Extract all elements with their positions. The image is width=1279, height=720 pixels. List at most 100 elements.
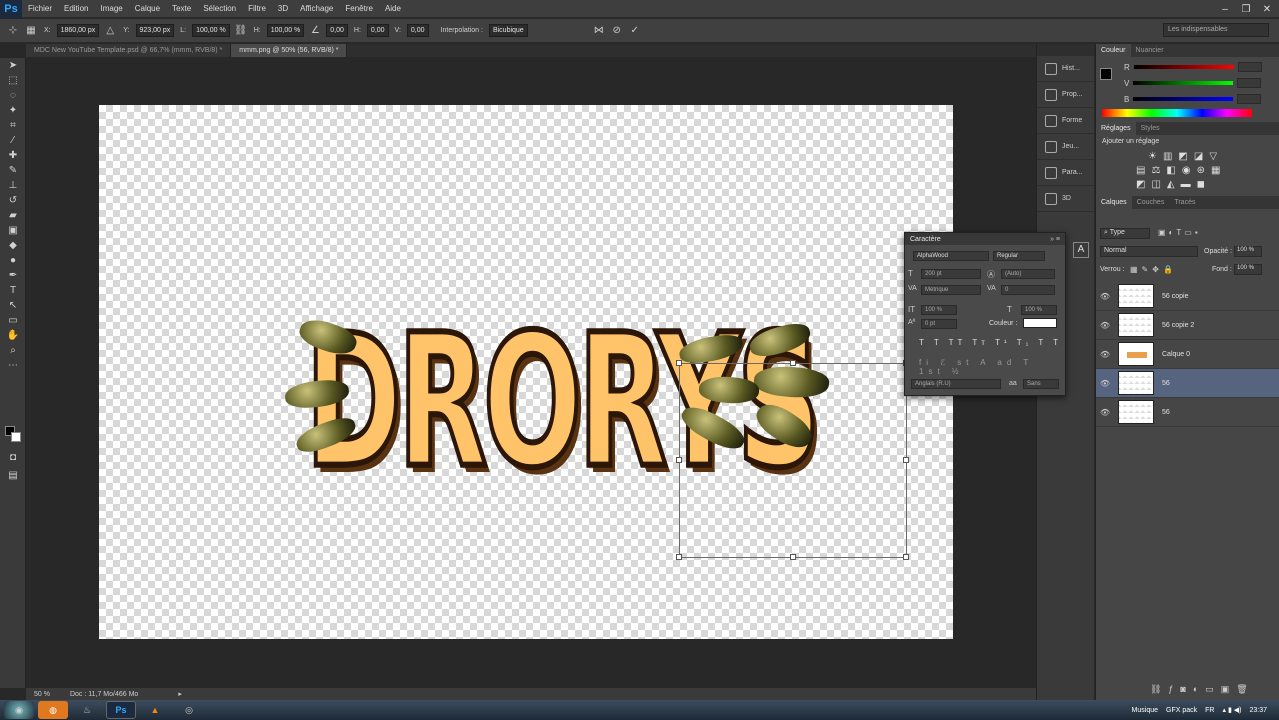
layers-footer-icons[interactable]: ⛓ƒ◙◐▭▣🗑: [1150, 684, 1255, 695]
menu-aide[interactable]: Aide: [379, 0, 407, 18]
zoom-level[interactable]: 50 %: [34, 691, 50, 698]
font-style-select[interactable]: Regular: [993, 251, 1045, 261]
tab-calques[interactable]: Calques: [1096, 196, 1132, 209]
transform-handle[interactable]: [903, 554, 909, 560]
minimize-icon[interactable]: –: [1216, 0, 1234, 18]
layer-row-selected[interactable]: 👁 56: [1096, 369, 1279, 398]
red-slider[interactable]: [1133, 65, 1234, 69]
y-input[interactable]: 923,00 px: [135, 24, 175, 37]
layer-row[interactable]: 👁 56 copie 2: [1096, 311, 1279, 340]
brightness-icon[interactable]: ☀: [1148, 151, 1157, 162]
menu-selection[interactable]: Sélection: [197, 0, 242, 18]
tab-template[interactable]: MDC New YouTube Template.psd @ 66,7% (mm…: [26, 44, 232, 57]
x-input[interactable]: 1860,00 px: [56, 24, 100, 37]
start-button-icon[interactable]: ◉: [4, 701, 34, 719]
tracking-input[interactable]: 0: [1001, 285, 1055, 295]
threshold-icon[interactable]: ◭: [1167, 179, 1175, 190]
tab-traces[interactable]: Tracés: [1169, 196, 1200, 209]
channel-mixer-icon[interactable]: ⊛: [1197, 165, 1205, 176]
link-icon[interactable]: ⛓: [234, 25, 248, 36]
tab-couleur[interactable]: Couleur: [1096, 44, 1131, 57]
font-family-select[interactable]: AlphaWood: [913, 251, 989, 261]
eye-icon[interactable]: 👁: [1096, 292, 1114, 301]
transform-handle[interactable]: [676, 554, 682, 560]
quick-mask-icon[interactable]: ◘: [0, 450, 26, 465]
menu-3d[interactable]: 3D: [272, 0, 294, 18]
menu-affichage[interactable]: Affichage: [294, 0, 339, 18]
stamp-tool-icon[interactable]: ⊥: [0, 178, 26, 193]
firefox-taskbar-icon[interactable]: ◍: [38, 701, 68, 719]
blue-slider[interactable]: [1133, 97, 1234, 101]
vibrance-icon[interactable]: ▽: [1209, 151, 1217, 162]
eraser-tool-icon[interactable]: ▰: [0, 208, 26, 223]
transform-handle[interactable]: [676, 457, 682, 463]
brush-tool-icon[interactable]: ✎: [0, 163, 26, 178]
antialias-select[interactable]: Sans: [1023, 379, 1059, 389]
tab-reglages[interactable]: Réglages: [1096, 122, 1136, 135]
tab-styles[interactable]: Styles: [1136, 122, 1165, 135]
menu-filtre[interactable]: Filtre: [242, 0, 272, 18]
blue-value-input[interactable]: [1237, 94, 1262, 104]
transform-bounding-box[interactable]: [676, 360, 909, 560]
hskew-input[interactable]: 0,00: [366, 24, 389, 37]
gradient-map-icon[interactable]: ▬: [1181, 179, 1191, 190]
brush-presets-button[interactable]: Jeu...: [1037, 134, 1094, 160]
transform-tool-icon[interactable]: ⊹: [6, 25, 20, 36]
menu-image[interactable]: Image: [94, 0, 128, 18]
history-brush-icon[interactable]: ↺: [0, 193, 26, 208]
commit-icon[interactable]: ✓: [628, 25, 642, 36]
properties-panel-button[interactable]: Prop...: [1037, 82, 1094, 108]
gradient-tool-icon[interactable]: ▣: [0, 223, 26, 238]
type-tool-icon[interactable]: T: [0, 283, 26, 298]
text-style-buttons[interactable]: T T TT Tт T¹ T₁ T T: [919, 338, 1062, 347]
font-size-input[interactable]: 200 pt: [921, 269, 981, 279]
eye-icon[interactable]: 👁: [1096, 379, 1114, 388]
tab-couches[interactable]: Couches: [1132, 196, 1170, 209]
magic-wand-icon[interactable]: ✦: [0, 103, 26, 118]
layer-row[interactable]: 👁 56 copie: [1096, 282, 1279, 311]
green-slider[interactable]: [1133, 81, 1234, 85]
transform-handle[interactable]: [790, 554, 796, 560]
dodge-tool-icon[interactable]: ●: [0, 253, 26, 268]
red-value-input[interactable]: [1237, 62, 1262, 72]
hscale-input[interactable]: 100 %: [1021, 305, 1057, 315]
maximize-icon[interactable]: ❐: [1237, 0, 1255, 18]
text-color-swatch[interactable]: [1023, 318, 1057, 328]
blend-mode-select[interactable]: Normal: [1100, 246, 1198, 257]
language-indicator[interactable]: FR: [1205, 707, 1214, 714]
menu-edition[interactable]: Edition: [58, 0, 94, 18]
blur-tool-icon[interactable]: ◆: [0, 238, 26, 253]
opacity-input[interactable]: 100 %: [1234, 246, 1262, 257]
healing-brush-icon[interactable]: ✚: [0, 148, 26, 163]
move-tool-icon[interactable]: ➤: [0, 58, 26, 73]
zoom-tool-icon[interactable]: ⌕: [0, 343, 26, 358]
color-ramp[interactable]: [1102, 109, 1252, 117]
invert-icon[interactable]: ◩: [1136, 179, 1145, 190]
width-input[interactable]: 100,00 %: [192, 24, 230, 37]
baseline-input[interactable]: 0 pt: [921, 319, 957, 329]
vscale-input[interactable]: 100 %: [921, 305, 957, 315]
transform-handle[interactable]: [903, 457, 909, 463]
shape-tool-icon[interactable]: ▭: [0, 313, 26, 328]
more-tools-icon[interactable]: ⋯: [0, 358, 26, 373]
selective-color-icon[interactable]: ◼: [1197, 179, 1205, 190]
color-balance-icon[interactable]: ⚖: [1151, 165, 1160, 176]
background-color-swatch[interactable]: [11, 432, 21, 442]
posterize-icon[interactable]: ◫: [1151, 179, 1160, 190]
bw-icon[interactable]: ◧: [1166, 165, 1175, 176]
transform-handle[interactable]: [790, 360, 796, 366]
hand-tool-icon[interactable]: ✋: [0, 328, 26, 343]
3d-panel-button[interactable]: 3D: [1037, 186, 1094, 212]
status-arrow-icon[interactable]: ▸: [178, 690, 182, 698]
close-icon[interactable]: ✕: [1258, 0, 1276, 18]
clock[interactable]: 23:37: [1249, 707, 1267, 714]
menu-calque[interactable]: Calque: [129, 0, 166, 18]
menu-texte[interactable]: Texte: [166, 0, 197, 18]
vlc-taskbar-icon[interactable]: ▲: [140, 701, 170, 719]
menu-fichier[interactable]: Fichier: [22, 0, 58, 18]
paragraph-panel-button[interactable]: Para...: [1037, 160, 1094, 186]
layer-filter-icons[interactable]: ▣◐T▭▪: [1158, 228, 1201, 237]
color-lookup-icon[interactable]: ▦: [1211, 165, 1220, 176]
photoshop-taskbar-icon[interactable]: Ps: [106, 701, 136, 719]
fill-input[interactable]: 100 %: [1234, 264, 1262, 275]
